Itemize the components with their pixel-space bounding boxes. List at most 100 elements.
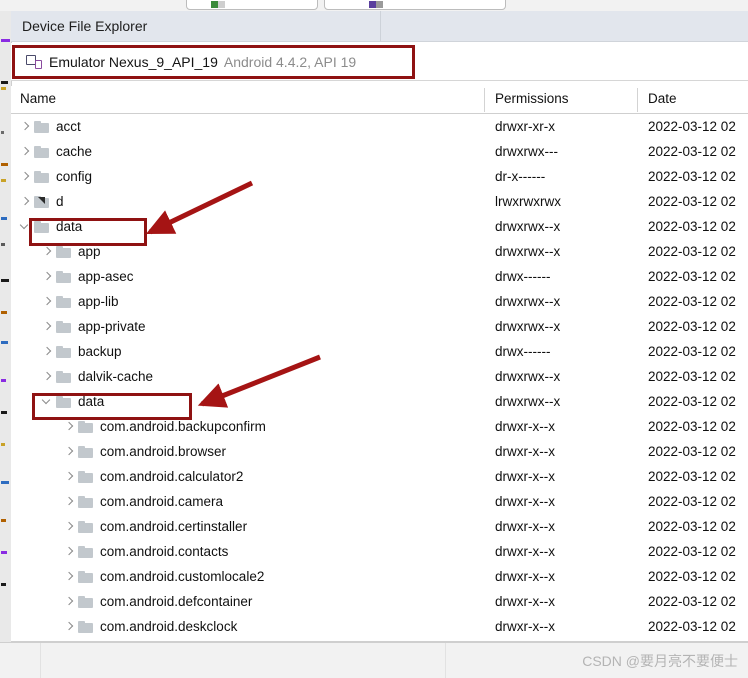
table-row[interactable]: app-asec drwx------ 2022-03-12 02 [11, 264, 748, 289]
chevron-down-icon[interactable] [18, 214, 34, 239]
chevron-right-icon[interactable] [62, 564, 78, 589]
table-row[interactable]: data drwxrwx--x 2022-03-12 02 [11, 214, 748, 239]
table-row[interactable]: backup drwx------ 2022-03-12 02 [11, 339, 748, 364]
device-select-icon [369, 1, 376, 8]
file-permissions-cell: lrwxrwxrwx [495, 194, 561, 209]
gutter-code-fragment [1, 341, 8, 344]
chevron-right-icon[interactable] [18, 114, 34, 139]
folder-link-icon [34, 195, 49, 208]
table-row[interactable]: acct drwxr-xr-x 2022-03-12 02 [11, 114, 748, 139]
file-name-label: data [56, 219, 83, 234]
table-row[interactable]: com.android.backupconfirm drwxr-x--x 2022-… [11, 414, 748, 439]
file-date-cell: 2022-03-12 02 [648, 119, 736, 134]
file-permissions-cell: drwx------ [495, 269, 551, 284]
table-row[interactable]: app-private drwxrwx--x 2022-03-12 02 [11, 314, 748, 339]
chevron-right-icon[interactable] [18, 139, 34, 164]
file-row-name-cell[interactable]: com.android.calculator2 [62, 464, 243, 489]
table-row[interactable]: app drwxrwx--x 2022-03-12 02 [11, 239, 748, 264]
table-row[interactable]: com.android.deskclock drwxr-x--x 2022-03-1… [11, 614, 748, 639]
file-name-label: d [56, 194, 64, 209]
file-tree[interactable]: acct drwxr-xr-x 2022-03-12 02 cache drwxrwx-… [11, 114, 748, 643]
gutter-code-fragment [1, 443, 5, 446]
file-table-header: Name Permissions Date [11, 86, 748, 114]
chevron-right-icon[interactable] [62, 589, 78, 614]
column-header-name[interactable]: Name [20, 91, 56, 106]
device-selector-content[interactable]: Emulator Nexus_9_API_19 Android 4.4.2, A… [16, 47, 356, 77]
file-permissions-cell: drwxr-x--x [495, 469, 555, 484]
file-row-name-cell[interactable]: config [18, 164, 92, 189]
gutter-code-fragment [1, 551, 7, 554]
table-row[interactable]: com.android.contacts drwxr-x--x 2022-03-12… [11, 539, 748, 564]
table-row[interactable]: d lrwxrwxrwx 2022-03-12 02 [11, 189, 748, 214]
column-header-permissions[interactable]: Permissions [495, 91, 569, 106]
column-header-date[interactable]: Date [648, 91, 677, 106]
file-row-name-cell[interactable]: dalvik-cache [40, 364, 153, 389]
table-row[interactable]: com.android.certinstaller drwxr-x--x 2022-… [11, 514, 748, 539]
chevron-right-icon[interactable] [62, 614, 78, 639]
file-row-name-cell[interactable]: app-private [40, 314, 146, 339]
file-row-name-cell[interactable]: app [40, 239, 101, 264]
table-row[interactable]: com.android.browser drwxr-x--x 2022-03-12 … [11, 439, 748, 464]
file-row-name-cell[interactable]: app-lib [40, 289, 119, 314]
chevron-right-icon[interactable] [40, 264, 56, 289]
table-row[interactable]: dalvik-cache drwxrwx--x 2022-03-12 02 [11, 364, 748, 389]
table-row[interactable]: cache drwxrwx--- 2022-03-12 02 [11, 139, 748, 164]
table-row[interactable]: com.android.camera drwxr-x--x 2022-03-12 0… [11, 489, 748, 514]
column-divider-permissions-date[interactable] [637, 88, 638, 112]
toolbar-combo-left[interactable] [186, 0, 318, 10]
table-row[interactable]: com.android.calculator2 drwxr-x--x 2022-03… [11, 464, 748, 489]
file-row-name-cell[interactable]: acct [18, 114, 81, 139]
file-date-cell: 2022-03-12 02 [648, 244, 736, 259]
chevron-right-icon[interactable] [62, 439, 78, 464]
file-row-name-cell[interactable]: com.android.certinstaller [62, 514, 247, 539]
file-date-cell: 2022-03-12 02 [648, 169, 736, 184]
table-row[interactable]: com.android.customlocale2 drwxr-x--x 2022-… [11, 564, 748, 589]
chevron-right-icon[interactable] [62, 414, 78, 439]
chevron-right-icon[interactable] [40, 339, 56, 364]
chevron-right-icon[interactable] [62, 539, 78, 564]
file-permissions-cell: drwxr-x--x [495, 494, 555, 509]
device-details-label: Android 4.4.2, API 19 [223, 54, 357, 70]
chevron-right-icon[interactable] [18, 164, 34, 189]
table-row[interactable]: data drwxrwx--x 2022-03-12 02 [11, 389, 748, 414]
file-row-name-cell[interactable]: com.android.camera [62, 489, 223, 514]
file-row-name-cell[interactable]: com.android.backupconfirm [62, 414, 266, 439]
folder-icon [34, 145, 49, 158]
file-row-name-cell[interactable]: com.android.customlocale2 [62, 564, 264, 589]
table-row[interactable]: config dr-x------ 2022-03-12 02 [11, 164, 748, 189]
folder-icon [78, 570, 93, 583]
chevron-right-icon[interactable] [18, 189, 34, 214]
file-row-name-cell[interactable]: com.android.deskclock [62, 614, 237, 639]
chevron-down-icon[interactable] [40, 389, 56, 414]
file-row-name-cell[interactable]: com.android.contacts [62, 539, 228, 564]
file-date-cell: 2022-03-12 02 [648, 594, 736, 609]
file-permissions-cell: drwxrwx--- [495, 144, 558, 159]
chevron-right-icon[interactable] [62, 514, 78, 539]
file-name-label: data [78, 394, 105, 409]
table-row[interactable]: app-lib drwxrwx--x 2022-03-12 02 [11, 289, 748, 314]
chevron-right-icon[interactable] [40, 289, 56, 314]
file-row-name-cell[interactable]: data [18, 214, 82, 239]
table-row[interactable]: com.android.defcontainer drwxr-x--x 2022-0… [11, 589, 748, 614]
file-row-name-cell[interactable]: backup [40, 339, 122, 364]
file-row-name-cell[interactable]: d [18, 189, 64, 214]
file-row-name-cell[interactable]: data [40, 389, 104, 414]
file-row-name-cell[interactable]: cache [18, 139, 92, 164]
column-divider-name-permissions[interactable] [484, 88, 485, 112]
chevron-right-icon[interactable] [40, 364, 56, 389]
file-name-label: com.android.customlocale2 [100, 569, 265, 584]
toolbar-combo-right[interactable] [324, 0, 506, 10]
chevron-right-icon[interactable] [40, 239, 56, 264]
chevron-right-icon[interactable] [62, 489, 78, 514]
page-title: Device File Explorer [22, 18, 148, 34]
file-row-name-cell[interactable]: com.android.browser [62, 439, 226, 464]
chevron-right-icon[interactable] [40, 314, 56, 339]
chevron-right-icon[interactable] [62, 464, 78, 489]
file-date-cell: 2022-03-12 02 [648, 269, 736, 284]
folder-icon [56, 270, 71, 283]
device-selector-row[interactable]: Emulator Nexus_9_API_19 Android 4.4.2, A… [11, 43, 748, 81]
folder-icon [78, 495, 93, 508]
file-row-name-cell[interactable]: com.android.defcontainer [62, 589, 252, 614]
file-permissions-cell: dr-x------ [495, 169, 546, 184]
file-row-name-cell[interactable]: app-asec [40, 264, 134, 289]
